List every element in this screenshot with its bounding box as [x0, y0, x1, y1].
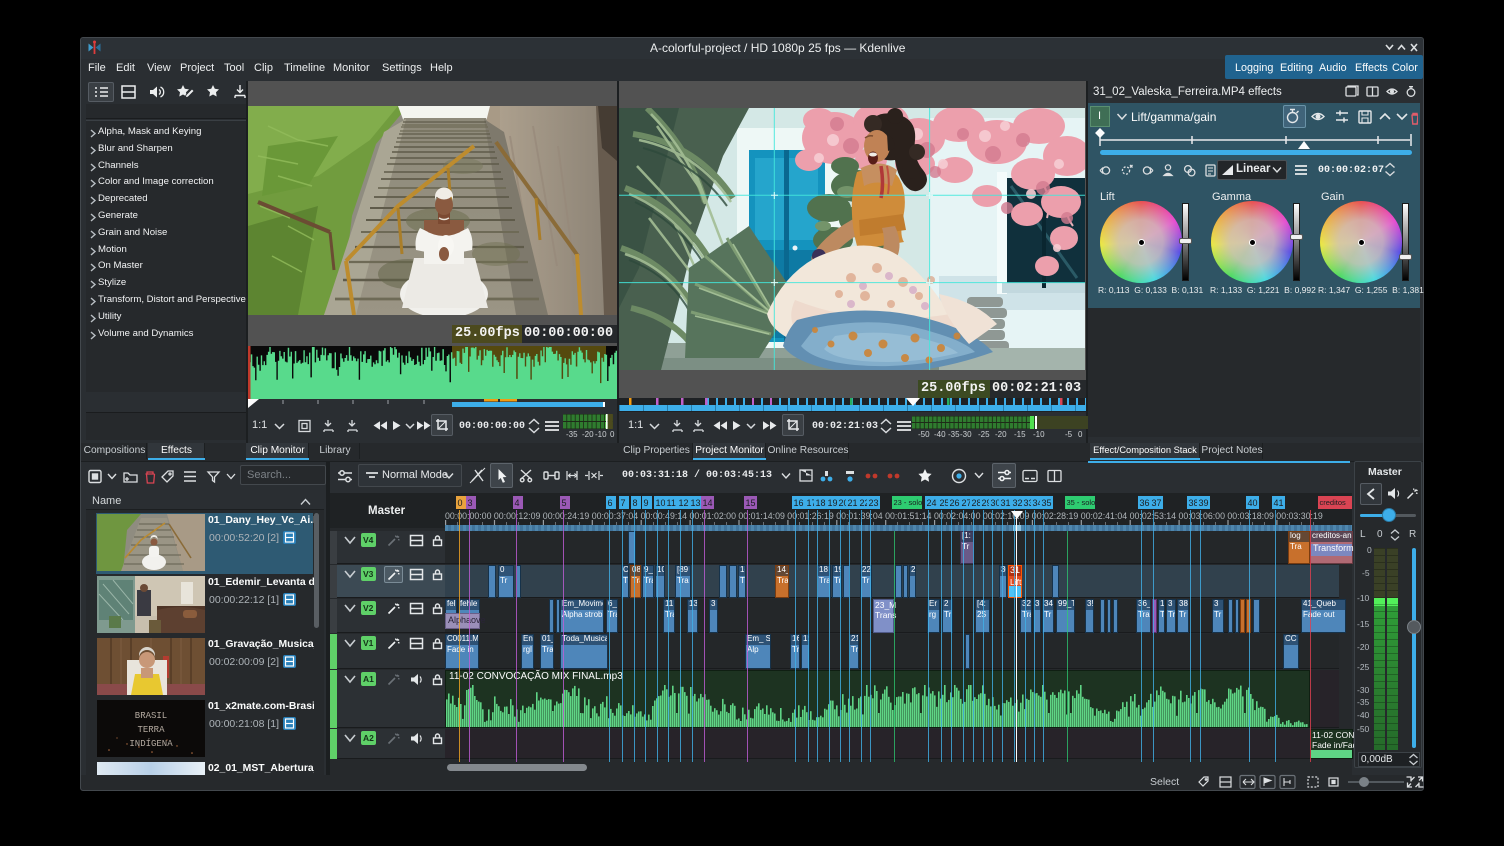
svg-text:TERRA: TERRA	[137, 725, 165, 735]
svg-text:INDÍGENA: INDÍGENA	[129, 738, 173, 749]
svg-text:BRASIL: BRASIL	[135, 711, 167, 721]
